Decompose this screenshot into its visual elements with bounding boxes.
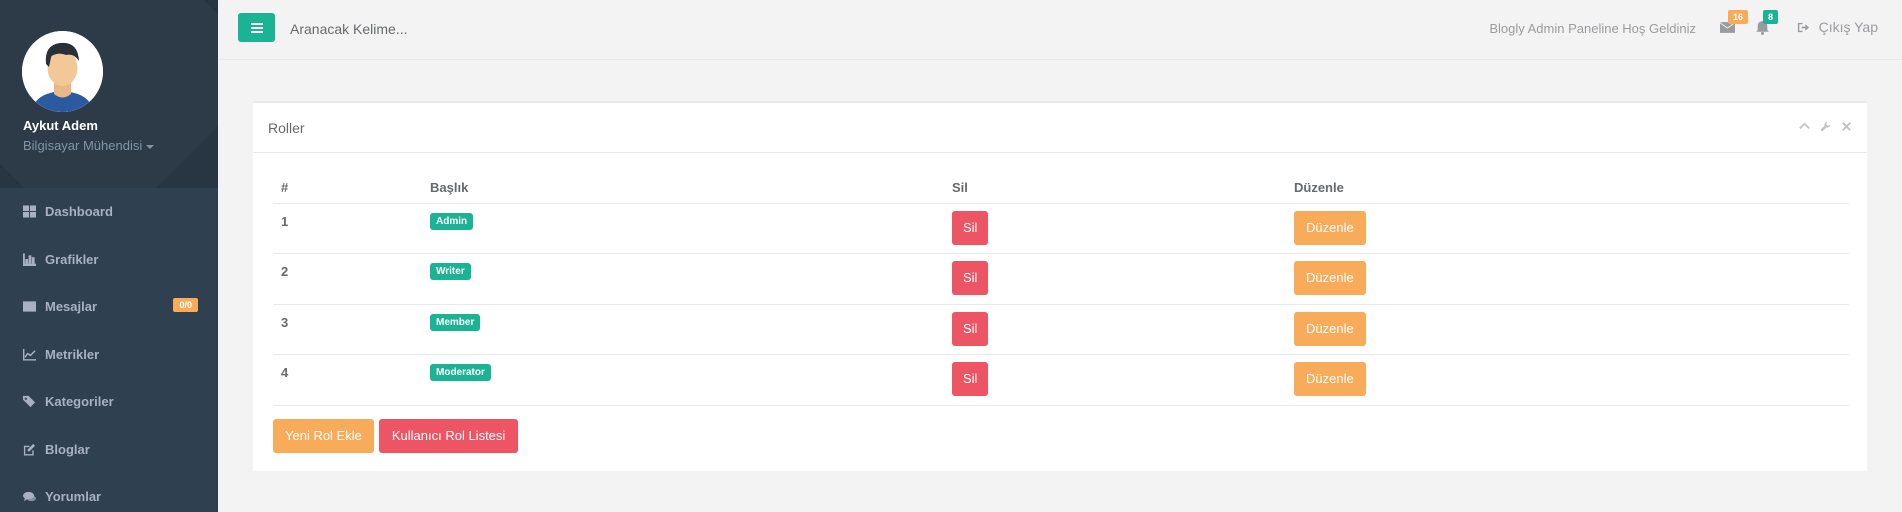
- table-row: 4 Moderator Sil Düzenle: [273, 354, 1849, 406]
- column-header: #: [273, 173, 422, 204]
- sidebar-item-label: Dashboard: [45, 204, 113, 220]
- user-avatar-icon[interactable]: [22, 31, 103, 112]
- notifications-count-badge: 8: [1763, 10, 1779, 24]
- sidebar-item-label: Metrikler: [45, 346, 100, 362]
- messages-badge: 0/0: [173, 298, 198, 312]
- sidebar-toggle-button[interactable]: [238, 13, 275, 42]
- panel-actions: Yeni Rol Ekle Kullanıcı Rol Listesi: [273, 419, 519, 453]
- row-id: 3: [273, 304, 422, 355]
- collapse-icon[interactable]: [1798, 120, 1811, 133]
- comments-icon: [22, 490, 36, 504]
- sidebar-item-label: Yorumlar: [45, 489, 102, 505]
- user-role-dropdown[interactable]: Bilgisayar Mühendisi: [23, 138, 155, 153]
- edit-button[interactable]: Düzenle: [1294, 311, 1366, 346]
- profile-header: Aykut Adem Bilgisayar Mühendisi: [0, 0, 218, 188]
- table-header-row: # Başlık Sil Düzenle: [273, 173, 1849, 204]
- delete-button[interactable]: Sil: [952, 261, 989, 295]
- column-header: Düzenle: [1286, 173, 1849, 204]
- table-row: 1 Admin Sil Düzenle: [273, 203, 1849, 254]
- sidebar-item-label: Mesajlar: [45, 299, 98, 315]
- delete-button[interactable]: Sil: [952, 210, 989, 245]
- panel-tools: [1798, 120, 1853, 133]
- delete-button[interactable]: Sil: [952, 362, 989, 396]
- sign-out-icon: [1797, 22, 1809, 32]
- caret-down-icon: [146, 144, 155, 149]
- notifications-dropdown[interactable]: 8: [1755, 10, 1779, 36]
- tags-icon: [22, 395, 36, 409]
- bar-chart-icon: [22, 252, 36, 266]
- roles-table: # Başlık Sil Düzenle 1 Admin Sil Düzenle…: [273, 173, 1849, 406]
- sidebar-item-kategoriler[interactable]: Kategoriler: [0, 378, 218, 426]
- role-label: Member: [430, 313, 481, 331]
- row-id: 1: [273, 203, 422, 254]
- sidebar-item-yorumlar[interactable]: Yorumlar: [0, 473, 218, 512]
- user-role-list-button[interactable]: Kullanıcı Rol Listesi: [378, 419, 519, 453]
- delete-button[interactable]: Sil: [952, 311, 989, 346]
- edit-button[interactable]: Düzenle: [1294, 210, 1366, 245]
- sidebar-item-label: Grafikler: [45, 251, 99, 267]
- panel-title: Roller: [268, 119, 305, 136]
- edit-icon: [22, 442, 36, 456]
- sidebar-item-metrikler[interactable]: Metrikler: [0, 331, 218, 379]
- role-label: Writer: [430, 263, 471, 280]
- user-name: Aykut Adem: [23, 118, 98, 133]
- sidebar-nav: Dashboard Grafikler Mesajlar 0/0 Metrikl…: [0, 188, 218, 512]
- bars-icon: [250, 22, 263, 33]
- role-label: Admin: [430, 212, 474, 230]
- line-chart-icon: [22, 347, 36, 361]
- column-header: Sil: [944, 173, 1286, 204]
- top-navbar: Blogly Admin Paneline Hoş Geldiniz 16 8 …: [218, 0, 1902, 60]
- table-row: 3 Member Sil Düzenle: [273, 304, 1849, 355]
- search-input[interactable]: [290, 18, 590, 40]
- row-id: 2: [273, 253, 422, 305]
- sidebar: Aykut Adem Bilgisayar Mühendisi Dashboar…: [0, 0, 218, 512]
- sidebar-item-bloglar[interactable]: Bloglar: [0, 426, 218, 474]
- sidebar-item-label: Kategoriler: [45, 394, 114, 410]
- add-role-button[interactable]: Yeni Rol Ekle: [273, 419, 374, 453]
- column-header: Başlık: [422, 173, 944, 204]
- envelope-icon: [22, 300, 36, 314]
- sidebar-item-dashboard[interactable]: Dashboard: [0, 188, 218, 236]
- sidebar-item-label: Bloglar: [45, 441, 90, 457]
- row-id: 4: [273, 354, 422, 406]
- welcome-message: Blogly Admin Paneline Hoş Geldiniz: [1489, 21, 1696, 36]
- messages-count-badge: 16: [1728, 10, 1749, 24]
- edit-button[interactable]: Düzenle: [1294, 362, 1366, 396]
- panel-header: Roller: [253, 103, 1867, 153]
- role-label: Moderator: [430, 364, 491, 381]
- wrench-icon[interactable]: [1819, 120, 1832, 133]
- close-icon[interactable]: [1840, 120, 1853, 133]
- grid-icon: [22, 205, 36, 219]
- edit-button[interactable]: Düzenle: [1294, 261, 1366, 295]
- logout-label: Çıkış Yap: [1818, 19, 1878, 35]
- messages-dropdown[interactable]: 16: [1720, 10, 1749, 36]
- table-row: 2 Writer Sil Düzenle: [273, 253, 1849, 305]
- sidebar-item-mesajlar[interactable]: Mesajlar 0/0: [0, 283, 218, 331]
- user-role-label: Bilgisayar Mühendisi: [23, 138, 143, 153]
- sidebar-item-grafikler[interactable]: Grafikler: [0, 236, 218, 284]
- roles-panel: Roller # Başlık Sil Düzenle 1 Admin Sil …: [253, 101, 1867, 471]
- logout-link[interactable]: Çıkış Yap: [1797, 19, 1878, 35]
